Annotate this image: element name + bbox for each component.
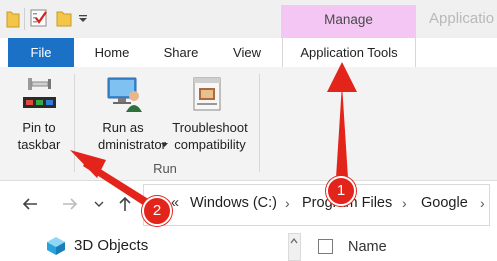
annotation-arrow-1 <box>327 62 357 178</box>
annotation-layer <box>70 62 357 207</box>
annotation-badge-2: 2 <box>142 196 172 226</box>
annotation-badge-1: 1 <box>326 176 356 206</box>
annotation-arrow-2 <box>70 150 150 207</box>
